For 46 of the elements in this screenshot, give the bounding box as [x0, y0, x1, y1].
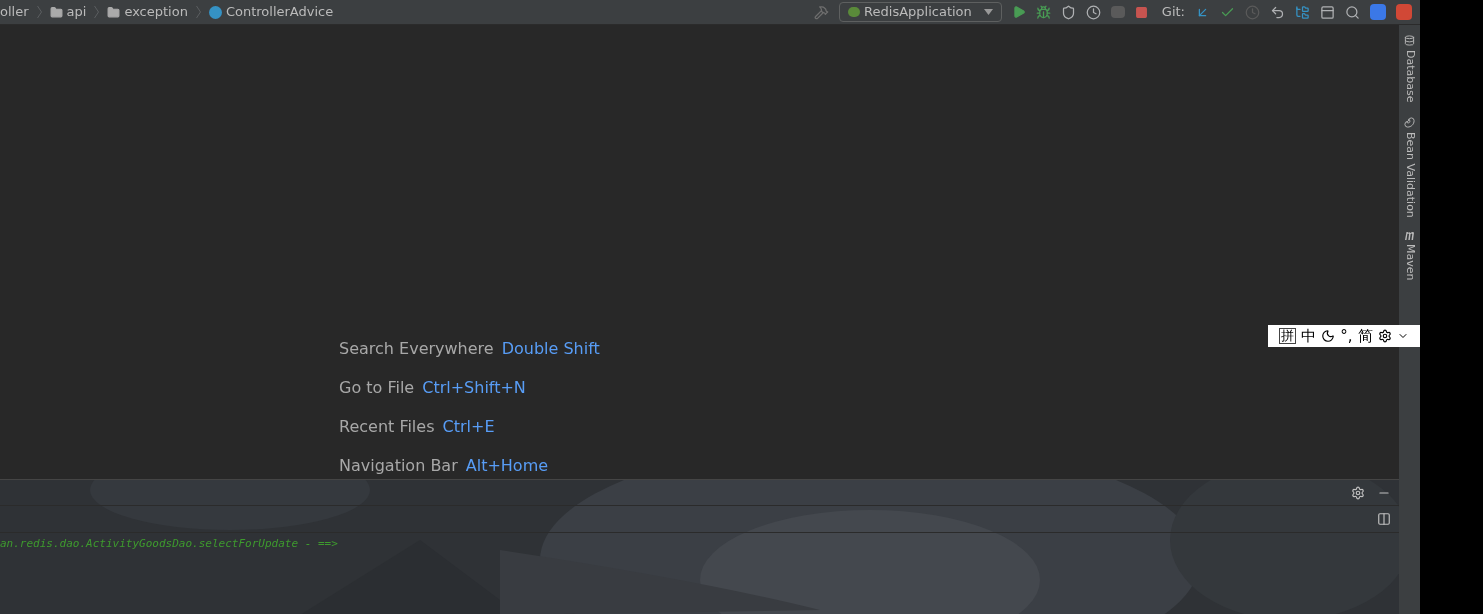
bean-icon	[1404, 116, 1415, 128]
separator-icon	[94, 5, 100, 19]
class-icon	[208, 5, 222, 19]
coverage-icon[interactable]	[1060, 4, 1076, 20]
tool-window-tab[interactable]: Database	[1401, 35, 1418, 103]
project-structure-icon[interactable]	[1295, 4, 1310, 20]
shortcut-text: Ctrl+E	[442, 417, 495, 437]
shortcut-text: Ctrl+Shift+N	[422, 378, 526, 398]
debug-icon[interactable]	[1035, 4, 1051, 20]
hint-action: Search Everywhere	[339, 339, 494, 359]
search-icon[interactable]	[1345, 4, 1360, 20]
separator-icon	[195, 5, 201, 19]
folder-icon	[49, 5, 63, 19]
settings-icon[interactable]	[1378, 329, 1393, 343]
moon-icon[interactable]	[1321, 329, 1336, 343]
git-label: Git:	[1161, 3, 1185, 22]
run-icon[interactable]	[1011, 5, 1026, 19]
settings-icon[interactable]	[1351, 485, 1365, 500]
ime-toggle-button[interactable]: °,	[1340, 328, 1353, 344]
ime-toggle-button[interactable]: 简	[1357, 328, 1373, 344]
ime-toggle-button[interactable]: 中	[1300, 328, 1316, 344]
layout-icon[interactable]	[1377, 512, 1391, 526]
run-config-dropdown[interactable]: RedisApplication	[839, 2, 1002, 22]
hint-action: Go to File	[339, 378, 415, 398]
breadcrumb-item[interactable]: api	[66, 2, 87, 22]
hint-action: Recent Files	[339, 417, 435, 437]
stop-icon[interactable]	[1134, 5, 1148, 19]
build-icon[interactable]	[814, 4, 830, 20]
hint-action: Navigation Bar	[339, 456, 458, 476]
caret-icon	[983, 9, 993, 15]
ime-mode-button[interactable]: 拼	[1278, 328, 1296, 344]
shortcut-text: Double Shift	[501, 339, 600, 359]
tool-window-tab[interactable]: Maven	[1401, 231, 1418, 281]
folder-icon	[107, 5, 121, 19]
window-icon[interactable]	[1320, 4, 1335, 20]
revert-icon[interactable]	[1270, 4, 1285, 20]
console-line: an.redis.dao.ActivityGoodsDao.selectForUpdate - ==>	[0, 536, 339, 552]
breadcrumb-item[interactable]: ControllerAdvice	[225, 2, 334, 22]
maven-icon	[1403, 231, 1416, 241]
tool-window-tab[interactable]: Bean Validation	[1401, 116, 1418, 218]
separator-icon	[36, 5, 42, 19]
shortcut-text: Alt+Home	[465, 456, 549, 476]
breadcrumb-item[interactable]: oller	[0, 2, 29, 22]
breadcrumb-item[interactable]: exception	[124, 2, 188, 22]
database-icon	[1404, 35, 1415, 46]
profile-icon[interactable]	[1085, 4, 1101, 20]
